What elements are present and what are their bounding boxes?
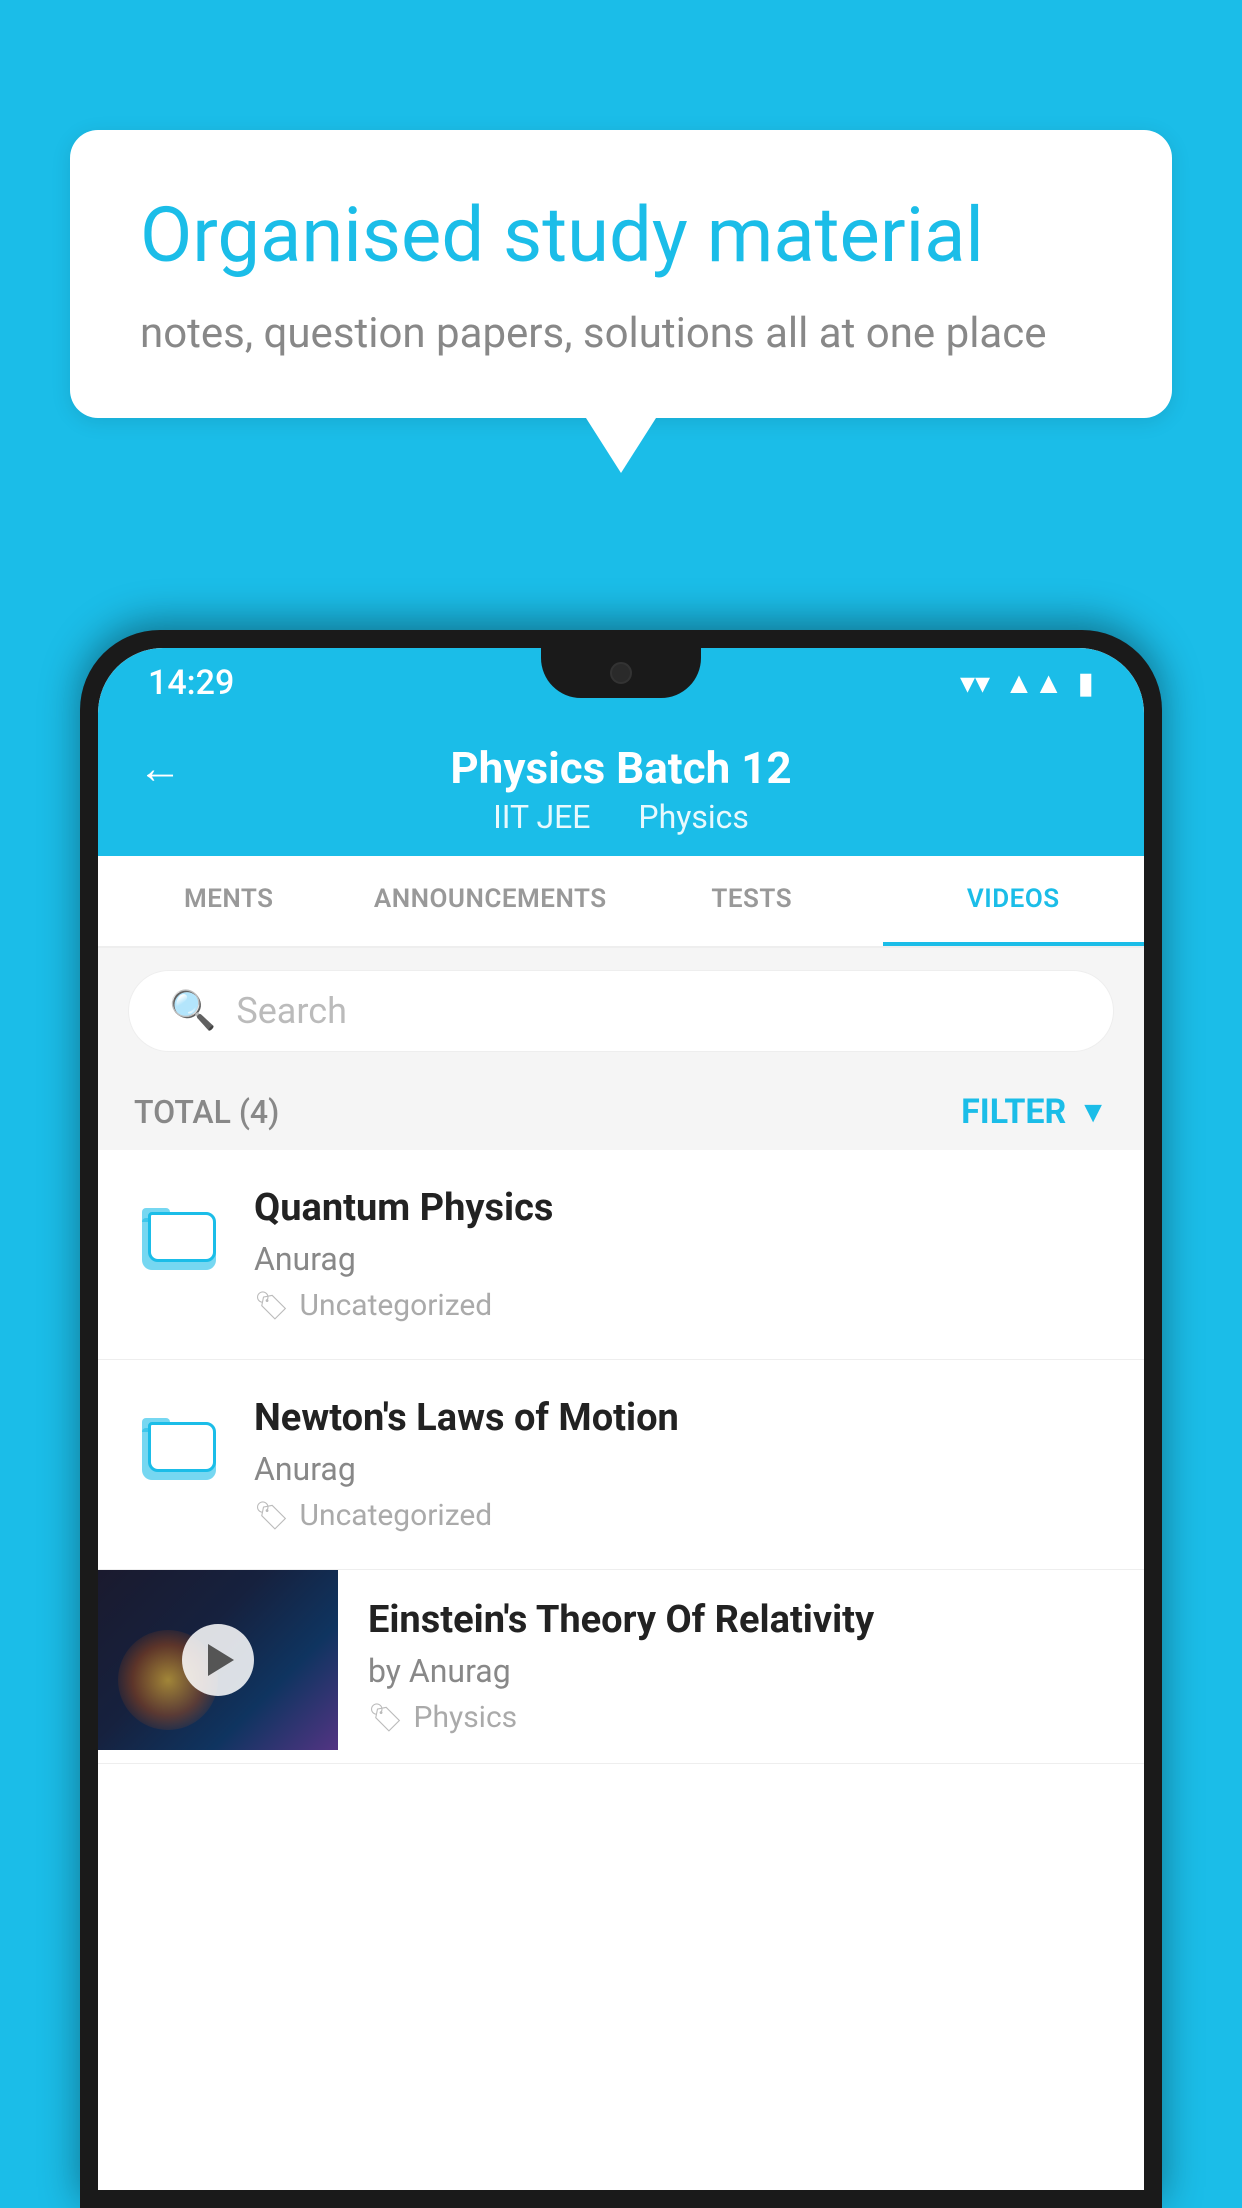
list-item[interactable]: Newton's Laws of Motion Anurag 🏷 Uncateg… <box>98 1360 1144 1570</box>
tag-icon: 🏷 <box>254 1289 290 1322</box>
tab-ments[interactable]: MENTS <box>98 856 360 946</box>
app-header: ← Physics Batch 12 IIT JEE Physics <box>98 718 1144 856</box>
speech-bubble-section: Organised study material notes, question… <box>70 130 1172 473</box>
play-button[interactable] <box>182 1624 254 1696</box>
wifi-icon: ▾▾ <box>960 666 990 701</box>
folder-icon <box>142 1208 216 1270</box>
battery-icon: ▮ <box>1077 666 1094 701</box>
filter-label: FILTER <box>961 1092 1066 1132</box>
tab-announcements[interactable]: ANNOUNCEMENTS <box>360 856 622 946</box>
item-title: Quantum Physics <box>254 1186 1108 1230</box>
item-tag: 🏷 Uncategorized <box>254 1498 1108 1533</box>
search-icon: 🔍 <box>169 989 216 1033</box>
status-bar: 14:29 ▾▾ ▲▲ ▮ <box>98 648 1144 718</box>
search-placeholder: Search <box>236 990 347 1032</box>
folder-icon <box>142 1418 216 1480</box>
tag-icon: 🏷 <box>368 1701 404 1734</box>
video-thumbnail <box>98 1570 338 1750</box>
video-author: by Anurag <box>368 1652 1114 1690</box>
header-subtitle-part1: IIT JEE <box>493 798 590 836</box>
filter-row: TOTAL (4) FILTER ▼ <box>98 1074 1144 1150</box>
back-button[interactable]: ← <box>138 742 182 794</box>
signal-icon: ▲▲ <box>1004 666 1063 701</box>
search-bar[interactable]: 🔍 Search <box>128 970 1114 1052</box>
status-time: 14:29 <box>148 663 234 703</box>
filter-icon: ▼ <box>1078 1095 1108 1130</box>
bubble-title: Organised study material <box>140 190 1102 281</box>
header-title: Physics Batch 12 <box>450 742 791 794</box>
item-author: Anurag <box>254 1450 1108 1488</box>
tab-videos[interactable]: VIDEOS <box>883 856 1145 946</box>
tag-label: Physics <box>414 1700 518 1735</box>
camera-dot <box>610 662 632 684</box>
tab-tests[interactable]: TESTS <box>621 856 883 946</box>
search-container: 🔍 Search <box>98 948 1144 1074</box>
speech-bubble: Organised study material notes, question… <box>70 130 1172 418</box>
video-tag: 🏷 Physics <box>368 1700 1114 1735</box>
item-icon-wrap <box>134 1194 224 1284</box>
tag-label: Uncategorized <box>300 1288 493 1323</box>
item-tag: 🏷 Uncategorized <box>254 1288 1108 1323</box>
video-info: Einstein's Theory Of Relativity by Anura… <box>338 1570 1144 1763</box>
tag-icon: 🏷 <box>254 1499 290 1532</box>
list-item[interactable]: Quantum Physics Anurag 🏷 Uncategorized <box>98 1150 1144 1360</box>
notch <box>541 648 701 698</box>
play-icon <box>208 1644 234 1676</box>
filter-button[interactable]: FILTER ▼ <box>961 1092 1108 1132</box>
status-icons: ▾▾ ▲▲ ▮ <box>960 666 1094 701</box>
bubble-arrow <box>586 418 656 473</box>
video-list-item[interactable]: Einstein's Theory Of Relativity by Anura… <box>98 1570 1144 1764</box>
item-author: Anurag <box>254 1240 1108 1278</box>
video-title: Einstein's Theory Of Relativity <box>368 1598 1114 1642</box>
header-subtitle-part2: Physics <box>638 798 749 836</box>
item-info: Quantum Physics Anurag 🏷 Uncategorized <box>254 1186 1108 1323</box>
item-icon-wrap <box>134 1404 224 1494</box>
bubble-subtitle: notes, question papers, solutions all at… <box>140 309 1102 358</box>
item-title: Newton's Laws of Motion <box>254 1396 1108 1440</box>
video-list: Quantum Physics Anurag 🏷 Uncategorized <box>98 1150 1144 2190</box>
phone-screen: 14:29 ▾▾ ▲▲ ▮ ← Physics Batch 12 IIT JEE… <box>98 648 1144 2190</box>
item-info: Newton's Laws of Motion Anurag 🏷 Uncateg… <box>254 1396 1108 1533</box>
header-subtitle: IIT JEE Physics <box>483 798 759 836</box>
tag-label: Uncategorized <box>300 1498 493 1533</box>
total-count: TOTAL (4) <box>134 1093 279 1131</box>
phone-frame: 14:29 ▾▾ ▲▲ ▮ ← Physics Batch 12 IIT JEE… <box>80 630 1162 2208</box>
tab-bar: MENTS ANNOUNCEMENTS TESTS VIDEOS <box>98 856 1144 948</box>
